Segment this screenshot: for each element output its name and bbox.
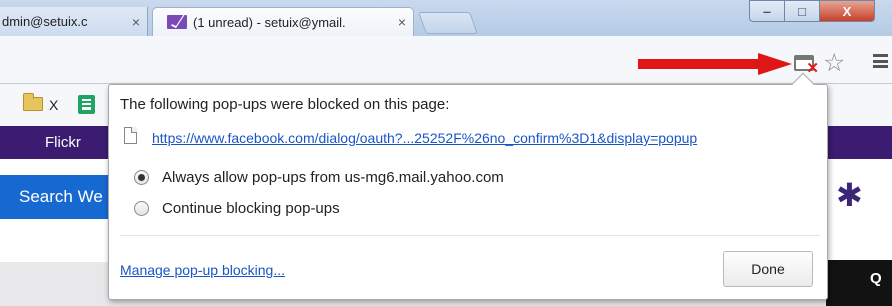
page-icon	[124, 127, 137, 144]
close-window-button[interactable]: X	[819, 0, 875, 22]
tab-active[interactable]: (1 unread) - setuix@ymail. ×	[152, 7, 414, 36]
new-tab-button[interactable]	[417, 12, 479, 34]
tab-title: (1 unread) - setuix@ymail.	[193, 14, 346, 30]
search-web-button[interactable]: Search We	[0, 175, 120, 219]
done-button[interactable]: Done	[723, 251, 813, 287]
q-icon[interactable]: Q	[870, 270, 882, 287]
blocked-popup-link[interactable]: https://www.facebook.com/dialog/oauth?..…	[152, 130, 697, 146]
folder-icon[interactable]	[23, 93, 43, 111]
maximize-button[interactable]: □	[784, 0, 820, 22]
red-arrow-annotation	[638, 53, 792, 75]
bubble-title: The following pop-ups were blocked on th…	[120, 96, 450, 113]
sheets-icon[interactable]	[78, 95, 95, 114]
tab-close-icon[interactable]: ×	[391, 14, 413, 30]
mail-icon	[167, 15, 187, 29]
radio-label: Always allow pop-ups from us-mg6.mail.ya…	[162, 169, 504, 186]
gear-icon[interactable]: ✱	[836, 176, 863, 214]
divider	[120, 235, 820, 236]
menu-icon[interactable]	[873, 54, 888, 68]
always-allow-option[interactable]: Always allow pop-ups from us-mg6.mail.ya…	[134, 169, 504, 186]
manage-popup-blocking-link[interactable]: Manage pop-up blocking...	[120, 262, 285, 278]
tab-strip: dmin@setuix.c × (1 unread) - setuix@ymai…	[0, 0, 892, 36]
bookmark-label[interactable]: X	[49, 97, 58, 113]
continue-blocking-option[interactable]: Continue blocking pop-ups	[134, 200, 340, 217]
tab-close-icon[interactable]: ×	[125, 14, 147, 30]
radio-button[interactable]	[134, 201, 149, 216]
flickr-link[interactable]: Flickr	[45, 134, 81, 151]
dark-corner	[826, 260, 892, 306]
radio-label: Continue blocking pop-ups	[162, 200, 340, 217]
radio-button-checked[interactable]	[134, 170, 149, 185]
minimize-button[interactable]: ‒	[749, 0, 785, 22]
tab-title: dmin@setuix.c	[2, 14, 88, 29]
bookmark-star-icon[interactable]: ☆	[823, 48, 845, 78]
popup-blocked-icon[interactable]: ✕	[794, 55, 819, 77]
tab-inactive[interactable]: dmin@setuix.c ×	[0, 7, 148, 36]
popup-blocked-bubble: The following pop-ups were blocked on th…	[108, 72, 828, 300]
blocked-x-icon: ✕	[806, 60, 819, 77]
